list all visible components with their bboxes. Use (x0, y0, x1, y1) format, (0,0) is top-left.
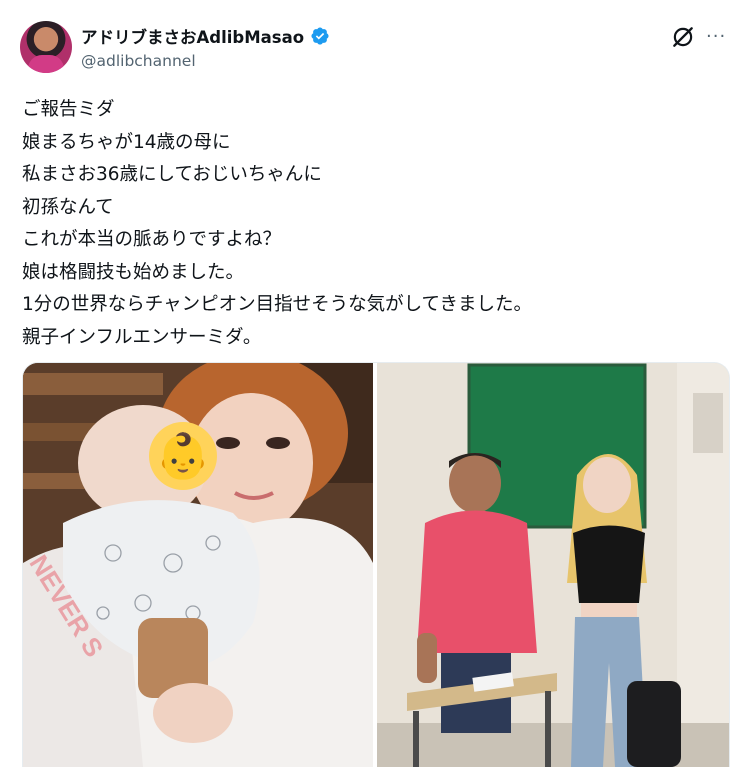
verified-badge-icon[interactable] (310, 26, 330, 46)
grok-icon[interactable] (670, 24, 696, 50)
photo-couple-classroom[interactable] (377, 363, 729, 767)
post-line: 娘まるちゃが14歳の母に (22, 131, 231, 153)
avatar[interactable] (20, 21, 72, 73)
media-grid: NEVER S 👶 (22, 362, 730, 767)
post-line: 1分の世界ならチャンピオン目指せそうな気がしてきました。 (22, 294, 532, 315)
post-line: ご報告ミダ (22, 99, 115, 120)
post-line: 私まさお36歳にしておじいちゃんに (22, 164, 322, 185)
display-name-row: アドリブまさおAdlibMasao (81, 24, 330, 48)
handle[interactable]: @adlibchannel (81, 52, 330, 70)
author-info: アドリブまさおAdlibMasao @adlibchannel (81, 24, 330, 70)
post-line: これが本当の脈ありですよね？ (22, 229, 282, 250)
more-icon[interactable]: ··· (706, 28, 732, 46)
display-name[interactable]: アドリブまさおAdlibMasao (81, 24, 304, 48)
post-header: アドリブまさおAdlibMasao @adlibchannel ··· (20, 18, 732, 78)
post-line: 娘は格闘技も始めました。 (22, 261, 245, 283)
post-text: ご報告ミダ 娘まるちゃが14歳の母に 私まさお36歳にしておじいちゃんに 初孫な… (22, 94, 722, 354)
baby-emoji: 👶 (156, 431, 211, 482)
post-line: 親子インフルエンサーミダ。 (22, 326, 262, 348)
post-line: 初孫なんて (22, 196, 114, 218)
photo-mother-and-baby[interactable]: NEVER S 👶 (23, 363, 373, 767)
